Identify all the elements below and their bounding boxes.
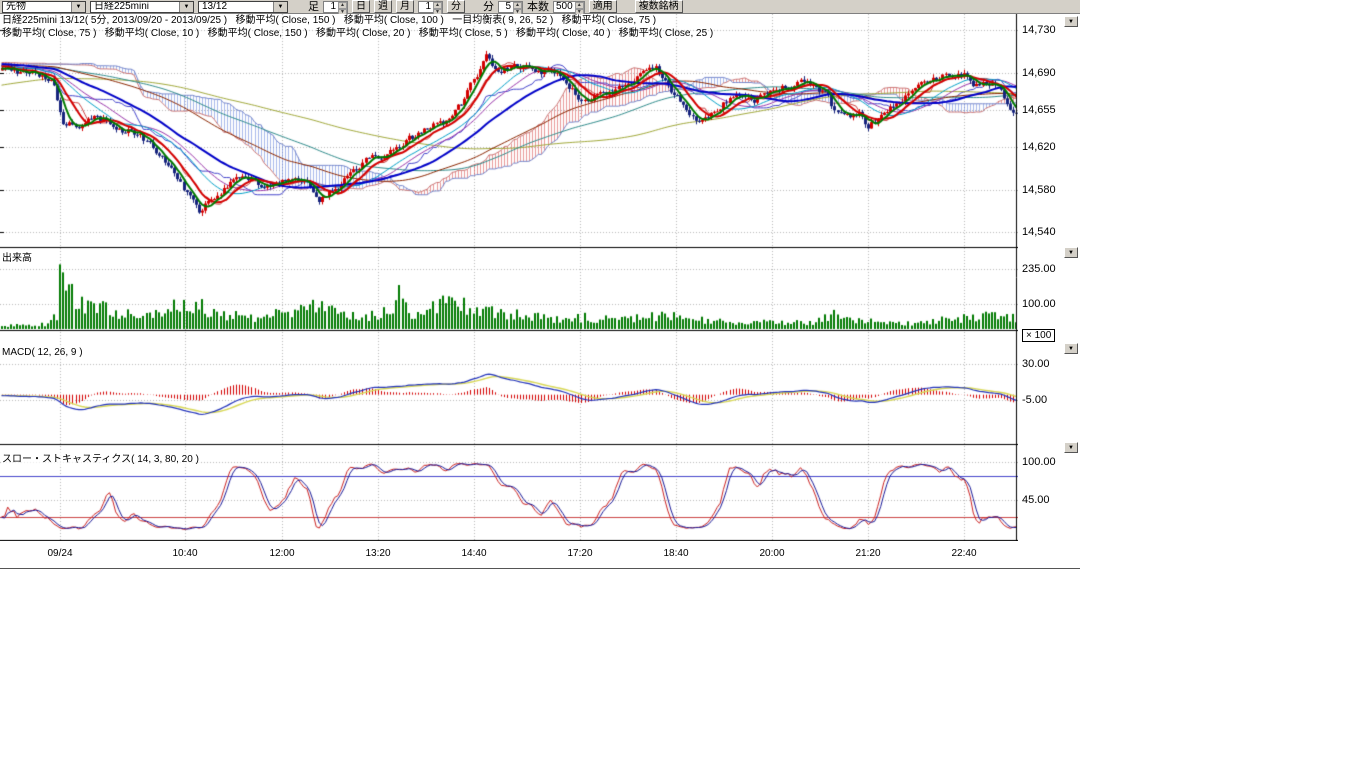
- bar-type-label: 足: [308, 1, 319, 13]
- day-count-stepper[interactable]: 1 ▲▼: [323, 1, 348, 13]
- chart-legend-line2: 移動平均( Close, 75 ) 移動平均( Close, 10 ) 移動平均…: [2, 28, 713, 40]
- spinner-up-icon[interactable]: ▲: [433, 2, 442, 9]
- stoch-pane-label: スロー・ストキャスティクス( 14, 3, 80, 20 ): [2, 450, 199, 465]
- volume-pane-label: 出来高: [2, 249, 32, 264]
- contract-month-dropdown[interactable]: 13/12 ▼: [198, 1, 288, 13]
- axis-tick-label: 235.00: [1022, 263, 1056, 275]
- axis-tick-label: 45.00: [1022, 494, 1050, 506]
- chart-region[interactable]: 日経225mini 13/12( 5分, 2013/09/20 - 2013/0…: [0, 14, 1018, 570]
- axis-tick-label: -5.00: [1022, 394, 1047, 406]
- chart-application-window: 先物 ▼ 日経225mini ▼ 13/12 ▼ 足 1 ▲▼ 日 週 月 1 …: [0, 0, 1080, 572]
- time-axis-label: 10:40: [168, 548, 202, 559]
- chevron-down-icon[interactable]: ▼: [273, 2, 287, 12]
- time-axis-label: 09/24: [43, 548, 77, 559]
- bar-count-label: 本数: [527, 1, 549, 13]
- chevron-down-icon: ▼: [1068, 445, 1074, 451]
- toolbar: 先物 ▼ 日経225mini ▼ 13/12 ▼ 足 1 ▲▼ 日 週 月 1 …: [0, 0, 1080, 14]
- bar-count-stepper[interactable]: 500 ▲▼: [553, 1, 585, 13]
- symbol-dropdown-value: 日経225mini: [91, 2, 179, 12]
- minute-label: 分: [483, 1, 494, 13]
- chevron-down-icon: ▼: [1068, 346, 1074, 352]
- period-month-button[interactable]: 月: [396, 0, 414, 13]
- axis-tick-label: 100.00: [1022, 456, 1056, 468]
- chart-legend-line1: 日経225mini 13/12( 5分, 2013/09/20 - 2013/0…: [2, 15, 656, 27]
- day-count-value: 1: [324, 2, 338, 12]
- spinner-up-icon[interactable]: ▲: [575, 2, 584, 9]
- period-day-button[interactable]: 日: [352, 0, 370, 13]
- period-minute-button[interactable]: 分: [447, 0, 465, 13]
- axis-tick-label: 14,655: [1022, 104, 1056, 116]
- time-axis-label: 18:40: [659, 548, 693, 559]
- symbol-dropdown[interactable]: 日経225mini ▼: [90, 1, 194, 13]
- axis-tick-label: 100.00: [1022, 298, 1056, 310]
- macd-pane-label: MACD( 12, 26, 9 ): [2, 347, 83, 358]
- market-dropdown-value: 先物: [3, 2, 71, 12]
- contract-month-value: 13/12: [199, 2, 273, 12]
- minute-value-stepper[interactable]: 5 ▲▼: [498, 1, 523, 13]
- chevron-down-icon[interactable]: ▼: [179, 2, 193, 12]
- apply-button[interactable]: 適用: [589, 0, 617, 13]
- chevron-down-icon[interactable]: ▼: [71, 2, 85, 12]
- period-week-button[interactable]: 週: [374, 0, 392, 13]
- market-dropdown[interactable]: 先物 ▼: [2, 1, 86, 13]
- right-axis: × 100 14,730 14,690 14,655 14,620 14,580 14,5…: [1022, 0, 1072, 570]
- spinner-up-icon[interactable]: ▲: [513, 2, 522, 9]
- time-axis-label: 21:20: [851, 548, 885, 559]
- multi-symbol-button[interactable]: 複数銘柄: [635, 0, 683, 13]
- macd-pane-dropdown-button[interactable]: ▼: [1064, 343, 1078, 354]
- axis-tick-label: 30.00: [1022, 358, 1050, 370]
- month-count-stepper[interactable]: 1 ▲▼: [418, 1, 443, 13]
- price-pane-dropdown-button[interactable]: ▼: [1064, 16, 1078, 27]
- month-count-value: 1: [419, 2, 433, 12]
- bar-count-value: 500: [554, 2, 575, 12]
- volume-pane-dropdown-button[interactable]: ▼: [1064, 247, 1078, 258]
- spinner-up-icon[interactable]: ▲: [338, 2, 347, 9]
- time-axis-label: 13:20: [361, 548, 395, 559]
- minute-value: 5: [499, 2, 513, 12]
- axis-tick-label: 14,620: [1022, 141, 1056, 153]
- volume-multiplier-badge: × 100: [1022, 329, 1055, 342]
- time-axis-label: 22:40: [947, 548, 981, 559]
- time-axis: 09/24 10:40 12:00 13:20 14:40 17:20 18:40 20:00…: [0, 548, 1018, 562]
- chart-bottom-border: [0, 568, 1080, 569]
- chevron-down-icon: ▼: [1068, 250, 1074, 256]
- axis-tick-label: 14,580: [1022, 184, 1056, 196]
- axis-tick-label: 14,540: [1022, 226, 1056, 238]
- axis-tick-label: 14,730: [1022, 24, 1056, 36]
- time-axis-label: 14:40: [457, 548, 491, 559]
- time-axis-label: 17:20: [563, 548, 597, 559]
- chevron-down-icon: ▼: [1068, 19, 1074, 25]
- stoch-pane-dropdown-button[interactable]: ▼: [1064, 442, 1078, 453]
- axis-tick-label: 14,690: [1022, 67, 1056, 79]
- time-axis-label: 20:00: [755, 548, 789, 559]
- time-axis-label: 12:00: [265, 548, 299, 559]
